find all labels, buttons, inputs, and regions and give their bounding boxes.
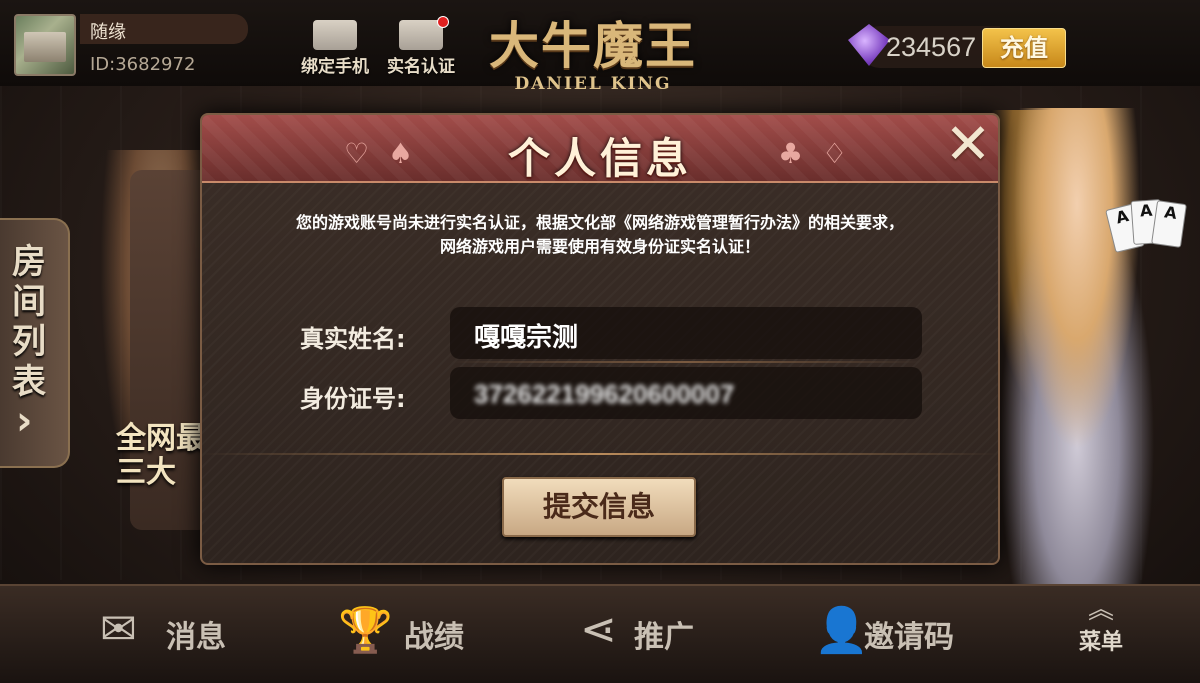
share-icon: ⋖ <box>580 604 617 655</box>
nav-invite-code[interactable]: 👤 邀请码 <box>814 604 974 664</box>
envelope-icon: ✉ <box>100 604 137 655</box>
recharge-button[interactable]: 充值 <box>982 28 1066 68</box>
bind-phone-label: 绑定手机 <box>301 57 369 77</box>
username: 随缘 <box>90 22 126 43</box>
notice-line-1: 您的游戏账号尚未进行实名认证，根据文化部《网络游戏管理暂行办法》的相关要求， <box>295 213 904 232</box>
nav-messages-label: 消息 <box>166 620 226 655</box>
add-user-icon: 👤 <box>814 605 869 656</box>
user-id: ID:3682972 <box>90 54 196 75</box>
real-name-auth-label: 实名认证 <box>387 57 455 77</box>
menu-label: 菜单 <box>1078 630 1123 655</box>
notice-line-2: 网络游戏用户需要使用有效身份证实名认证！ <box>439 237 760 256</box>
real-name-label: 真实姓名: <box>300 325 406 353</box>
chevron-up-icon: ︽ <box>1087 595 1114 625</box>
dialog-title: 个人信息 <box>507 134 692 183</box>
menu-button[interactable]: ︽ 菜单 <box>1068 595 1134 656</box>
playing-cards-decoration: A A A <box>1105 196 1194 266</box>
dialog-header: ♡ ♠ ♣ ♢ 个人信息 <box>202 115 998 183</box>
bind-phone-button[interactable]: 绑定手机 <box>290 20 380 77</box>
nav-promote[interactable]: ⋖ 推广 <box>580 604 720 664</box>
promo-text: 全网最 三大 <box>116 421 206 490</box>
card-decoration: A <box>1151 200 1187 248</box>
nav-records-label: 战绩 <box>404 620 464 655</box>
right-character-figure <box>996 108 1176 588</box>
field-divider <box>450 361 922 363</box>
id-number-value: 372622199620600007 <box>474 379 735 409</box>
real-name-auth-button[interactable]: 实名认证 <box>376 16 466 77</box>
room-list-label: 房间列表 <box>12 242 46 402</box>
nav-messages[interactable]: ✉ 消息 <box>100 604 240 664</box>
game-logo: 大牛魔王 DANIEL KING <box>468 6 718 98</box>
logo-title: 大牛魔王 <box>489 16 697 75</box>
id-card-icon <box>399 16 449 50</box>
nav-invite-code-label: 邀请码 <box>864 620 954 655</box>
envelope-icon <box>313 20 357 50</box>
trophy-icon: 🏆 <box>338 605 393 656</box>
submit-info-button[interactable]: 提交信息 <box>502 477 696 537</box>
balance-value: 234567 <box>886 32 977 62</box>
real-name-value: 嘎嘎宗测 <box>474 323 579 353</box>
personal-info-dialog: ♡ ♠ ♣ ♢ 个人信息 ✕ 您的游戏账号尚未进行实名认证，根据文化部《网络游戏… <box>200 113 1000 565</box>
notification-dot <box>437 16 449 28</box>
id-number-label: 身份证号: <box>300 385 406 413</box>
dialog-footer-divider <box>202 453 998 455</box>
nav-promote-label: 推广 <box>634 620 694 655</box>
nav-records[interactable]: 🏆 战绩 <box>338 604 478 664</box>
close-button[interactable]: ✕ <box>940 117 996 173</box>
avatar[interactable] <box>14 14 76 76</box>
chevron-right-icon: › <box>16 398 33 444</box>
